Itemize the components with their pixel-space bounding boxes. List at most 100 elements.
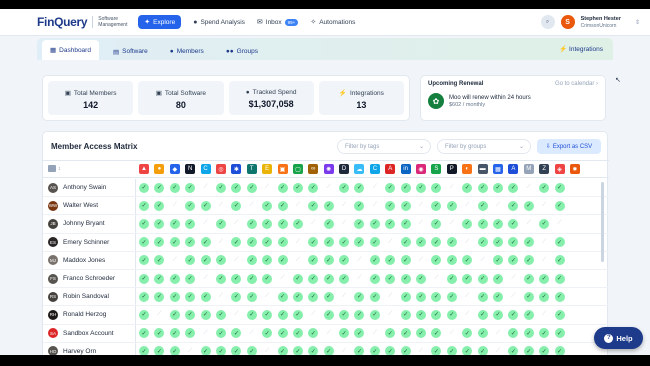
no-access-icon[interactable]: ⟋ bbox=[416, 346, 426, 355]
no-access-icon[interactable]: ⟋ bbox=[508, 274, 518, 284]
access-check-icon[interactable]: ✓ bbox=[185, 237, 196, 248]
no-access-icon[interactable]: ⟋ bbox=[431, 274, 441, 284]
access-check-icon[interactable]: ✓ bbox=[292, 328, 303, 339]
app-logo-icon[interactable]: ☁ bbox=[354, 164, 365, 174]
no-access-icon[interactable]: ⟋ bbox=[231, 310, 241, 320]
no-access-icon[interactable]: ⟋ bbox=[216, 237, 226, 247]
access-check-icon[interactable]: ✓ bbox=[400, 200, 411, 211]
access-check-icon[interactable]: ✓ bbox=[308, 182, 319, 193]
access-check-icon[interactable]: ✓ bbox=[308, 328, 319, 339]
access-check-icon[interactable]: ✓ bbox=[508, 182, 519, 193]
nav-inbox[interactable]: ✉ Inbox 99+ bbox=[257, 15, 299, 29]
no-access-icon[interactable]: ⟋ bbox=[293, 201, 303, 211]
no-access-icon[interactable]: ⟋ bbox=[354, 255, 364, 265]
access-check-icon[interactable]: ✓ bbox=[215, 346, 226, 355]
no-access-icon[interactable]: ⟋ bbox=[385, 310, 395, 320]
access-check-icon[interactable]: ✓ bbox=[215, 255, 226, 266]
access-check-icon[interactable]: ✓ bbox=[231, 182, 242, 193]
access-check-icon[interactable]: ✓ bbox=[385, 346, 396, 355]
access-check-icon[interactable]: ✓ bbox=[554, 273, 565, 284]
access-check-icon[interactable]: ✓ bbox=[277, 346, 288, 355]
app-logo-icon[interactable]: ✸ bbox=[569, 164, 580, 174]
no-access-icon[interactable]: ⟋ bbox=[231, 219, 241, 229]
app-logo-icon[interactable]: ▣ bbox=[277, 164, 288, 174]
no-access-icon[interactable]: ⟋ bbox=[231, 255, 241, 265]
app-logo-icon[interactable]: C bbox=[200, 164, 211, 174]
access-check-icon[interactable]: ✓ bbox=[169, 309, 180, 320]
filter-by-groups-select[interactable]: Filter by groups ⌄ bbox=[437, 139, 531, 154]
access-check-icon[interactable]: ✓ bbox=[154, 346, 165, 355]
access-check-icon[interactable]: ✓ bbox=[154, 237, 165, 248]
access-check-icon[interactable]: ✓ bbox=[231, 237, 242, 248]
access-check-icon[interactable]: ✓ bbox=[262, 237, 273, 248]
app-logo-icon[interactable]: ▬ bbox=[477, 164, 488, 174]
access-check-icon[interactable]: ✓ bbox=[139, 200, 149, 211]
access-check-icon[interactable]: ✓ bbox=[139, 255, 149, 266]
access-check-icon[interactable]: ✓ bbox=[339, 328, 350, 339]
access-check-icon[interactable]: ✓ bbox=[416, 309, 427, 320]
access-check-icon[interactable]: ✓ bbox=[385, 273, 396, 284]
access-check-icon[interactable]: ✓ bbox=[292, 346, 303, 355]
access-check-icon[interactable]: ✓ bbox=[446, 200, 457, 211]
access-check-icon[interactable]: ✓ bbox=[446, 237, 457, 248]
app-logo-icon[interactable]: ✱ bbox=[231, 164, 242, 174]
no-access-icon[interactable]: ⟋ bbox=[370, 328, 380, 338]
access-check-icon[interactable]: ✓ bbox=[416, 291, 427, 302]
app-logo-icon[interactable]: ▲ bbox=[139, 164, 149, 174]
access-check-icon[interactable]: ✓ bbox=[492, 291, 503, 302]
access-check-icon[interactable]: ✓ bbox=[262, 328, 273, 339]
access-check-icon[interactable]: ✓ bbox=[539, 182, 550, 193]
no-access-icon[interactable]: ⟋ bbox=[447, 183, 457, 193]
access-check-icon[interactable]: ✓ bbox=[462, 328, 473, 339]
access-check-icon[interactable]: ✓ bbox=[492, 182, 503, 193]
app-logo-icon[interactable]: ◈ bbox=[554, 164, 565, 174]
access-check-icon[interactable]: ✓ bbox=[523, 273, 534, 284]
access-check-icon[interactable]: ✓ bbox=[262, 255, 273, 266]
access-check-icon[interactable]: ✓ bbox=[308, 291, 319, 302]
access-check-icon[interactable]: ✓ bbox=[462, 273, 473, 284]
no-access-icon[interactable]: ⟋ bbox=[462, 201, 472, 211]
access-check-icon[interactable]: ✓ bbox=[339, 182, 350, 193]
app-logo-icon[interactable]: ◎ bbox=[215, 164, 226, 174]
access-check-icon[interactable]: ✓ bbox=[431, 200, 442, 211]
no-access-icon[interactable]: ⟋ bbox=[216, 292, 226, 302]
access-check-icon[interactable]: ✓ bbox=[231, 273, 242, 284]
no-access-icon[interactable]: ⟋ bbox=[493, 346, 503, 355]
access-check-icon[interactable]: ✓ bbox=[477, 273, 488, 284]
access-check-icon[interactable]: ✓ bbox=[508, 346, 519, 355]
access-check-icon[interactable]: ✓ bbox=[416, 237, 427, 248]
app-logo-icon[interactable]: in bbox=[400, 164, 411, 174]
access-check-icon[interactable]: ✓ bbox=[323, 346, 334, 355]
access-check-icon[interactable]: ✓ bbox=[354, 346, 365, 355]
no-access-icon[interactable]: ⟋ bbox=[201, 328, 211, 338]
access-check-icon[interactable]: ✓ bbox=[292, 273, 303, 284]
access-check-icon[interactable]: ✓ bbox=[246, 182, 257, 193]
access-check-icon[interactable]: ✓ bbox=[508, 218, 519, 229]
access-check-icon[interactable]: ✓ bbox=[169, 218, 180, 229]
access-check-icon[interactable]: ✓ bbox=[215, 182, 226, 193]
access-check-icon[interactable]: ✓ bbox=[462, 346, 473, 355]
no-access-icon[interactable]: ⟋ bbox=[524, 219, 534, 229]
access-check-icon[interactable]: ✓ bbox=[277, 255, 288, 266]
no-access-icon[interactable]: ⟋ bbox=[416, 219, 426, 229]
access-check-icon[interactable]: ✓ bbox=[154, 182, 165, 193]
app-logo-icon[interactable]: ◆ bbox=[169, 164, 180, 174]
app-logo-icon[interactable]: S bbox=[431, 164, 442, 174]
access-check-icon[interactable]: ✓ bbox=[308, 346, 319, 355]
app-logo-icon[interactable]: A bbox=[508, 164, 519, 174]
access-check-icon[interactable]: ✓ bbox=[277, 200, 288, 211]
access-check-icon[interactable]: ✓ bbox=[200, 200, 211, 211]
access-check-icon[interactable]: ✓ bbox=[154, 291, 165, 302]
member-cell[interactable]: SA Sandbox Account bbox=[43, 324, 136, 342]
no-access-icon[interactable]: ⟋ bbox=[447, 219, 457, 229]
access-check-icon[interactable]: ✓ bbox=[323, 273, 334, 284]
access-check-icon[interactable]: ✓ bbox=[385, 182, 396, 193]
access-check-icon[interactable]: ✓ bbox=[139, 291, 149, 302]
access-check-icon[interactable]: ✓ bbox=[292, 218, 303, 229]
access-check-icon[interactable]: ✓ bbox=[354, 328, 365, 339]
no-access-icon[interactable]: ⟋ bbox=[339, 219, 349, 229]
access-check-icon[interactable]: ✓ bbox=[369, 309, 380, 320]
access-check-icon[interactable]: ✓ bbox=[262, 200, 273, 211]
no-access-icon[interactable]: ⟋ bbox=[154, 310, 164, 320]
access-check-icon[interactable]: ✓ bbox=[554, 346, 565, 355]
